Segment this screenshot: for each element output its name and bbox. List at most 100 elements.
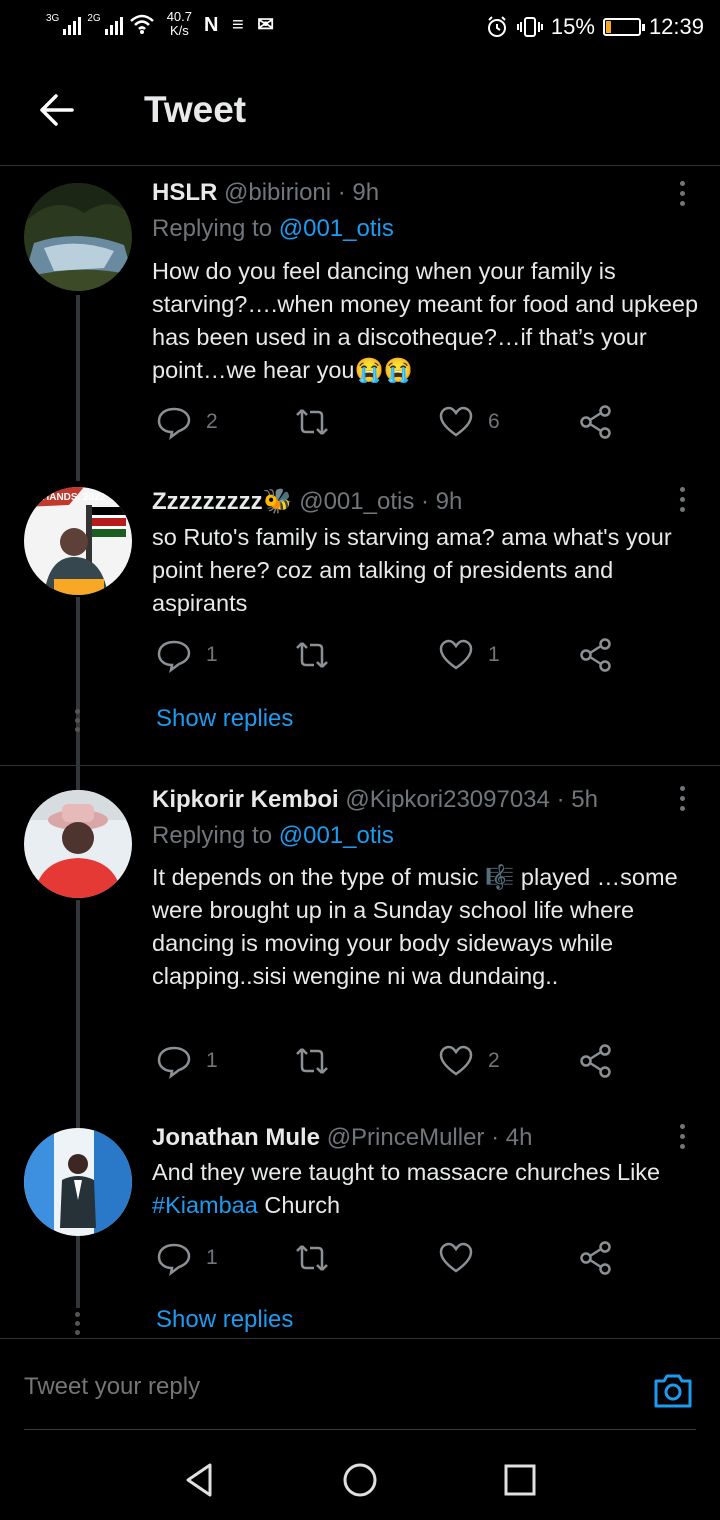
show-replies-link[interactable]: Show replies <box>156 1306 293 1334</box>
heart-icon <box>439 406 473 437</box>
author-name[interactable]: Zzzzzzzzz🐝 <box>152 488 293 515</box>
retweet-action[interactable] <box>294 1240 344 1276</box>
reply-composer <box>0 1338 720 1430</box>
share-icon <box>580 405 611 439</box>
tweet-actions: 1 1 <box>152 637 632 677</box>
nav-home-icon[interactable] <box>340 1460 380 1500</box>
reply-action[interactable]: 2 <box>156 404 218 440</box>
like-action[interactable]: 1 <box>438 637 500 673</box>
reply-action[interactable]: 1 <box>156 637 218 673</box>
nav-recents-icon[interactable] <box>500 1460 540 1500</box>
replying-to: Replying to @001_otis <box>152 215 394 243</box>
tweet-time: · 9h <box>337 179 380 206</box>
replying-to: Replying to @001_otis <box>152 822 394 850</box>
share-icon <box>580 1241 611 1275</box>
more-options-icon[interactable] <box>678 1124 686 1152</box>
show-replies-link[interactable]: Show replies <box>156 705 293 733</box>
more-options-icon[interactable] <box>678 487 686 515</box>
tweet-actions: 1 2 <box>152 1043 632 1083</box>
signal-2g-icon: 2G <box>87 13 123 35</box>
replies-feed[interactable]: HSLR @bibirioni · 9h Replying to @001_ot… <box>0 167 720 1337</box>
reply-input[interactable] <box>24 1373 584 1401</box>
like-count: 2 <box>488 1049 500 1072</box>
tweet-text-part: And they were taught to massacre churche… <box>152 1159 661 1185</box>
thread-line <box>76 295 80 481</box>
wifi-icon <box>129 14 154 34</box>
replying-to-handle[interactable]: @001_otis <box>279 215 394 242</box>
retweet-icon <box>296 1245 328 1271</box>
battery-icon <box>602 18 645 36</box>
reply-icon <box>157 640 191 673</box>
author-handle[interactable]: @Kipkori23097034 <box>345 786 550 813</box>
battery-percent: 15% <box>550 14 595 39</box>
author-handle[interactable]: @001_otis <box>299 488 414 515</box>
like-action[interactable] <box>438 1240 488 1276</box>
reply-action[interactable]: 1 <box>156 1043 218 1079</box>
replying-to-prefix: Replying to <box>152 822 279 849</box>
battery-fill <box>605 21 611 33</box>
heart-icon <box>439 1045 473 1076</box>
thread-line <box>76 1238 80 1308</box>
reply-action[interactable]: 1 <box>156 1240 218 1276</box>
camera-icon[interactable] <box>652 1369 694 1411</box>
hashtag-link[interactable]: #Kiambaa <box>152 1192 258 1218</box>
heart-icon <box>439 1242 473 1273</box>
signal-2g-label: 2G <box>87 13 101 24</box>
author-name[interactable]: Kipkorir Kemboi <box>152 786 339 813</box>
more-options-icon[interactable] <box>678 786 686 814</box>
share-action[interactable] <box>578 637 614 673</box>
tweet-time: · 5h <box>556 786 598 813</box>
reply-count: 1 <box>206 1246 218 1269</box>
avatar[interactable]: HANDS. 2022 <box>24 487 132 595</box>
top-app-bar: Tweet <box>0 56 720 166</box>
avatar[interactable] <box>24 790 132 898</box>
page-title: Tweet <box>144 89 247 130</box>
tweet-time: · 9h <box>421 488 463 515</box>
share-action[interactable] <box>578 1240 614 1276</box>
tweet-text: And they were taught to massacre churche… <box>152 1156 712 1222</box>
vibrate-icon <box>516 17 543 37</box>
network-speed: 40.7 K/s <box>167 10 192 38</box>
nav-back-icon[interactable] <box>180 1460 220 1500</box>
author-name[interactable]: Jonathan Mule <box>152 1124 320 1151</box>
retweet-icon <box>296 642 328 668</box>
retweet-action[interactable] <box>294 404 344 440</box>
tweet-time: · 4h <box>491 1124 533 1151</box>
author-handle[interactable]: @bibirioni <box>224 179 331 206</box>
retweet-action[interactable] <box>294 1043 344 1079</box>
reply-icon <box>157 1243 191 1276</box>
heart-icon <box>439 639 473 670</box>
network-speed-unit: K/s <box>169 23 189 38</box>
retweet-icon <box>296 409 328 435</box>
reply-count: 2 <box>206 410 218 433</box>
tweet-text: How do you feel dancing when your family… <box>152 258 699 383</box>
like-action[interactable]: 2 <box>438 1043 500 1079</box>
share-action[interactable] <box>578 1043 614 1079</box>
signal-3g-icon: 3G <box>46 13 82 35</box>
share-action[interactable] <box>578 404 614 440</box>
tweet-header: Jonathan Mule @PrinceMuller · 4h <box>152 1124 532 1152</box>
tweet-text: so Ruto's family is starving ama? ama wh… <box>152 524 672 616</box>
reply-count: 1 <box>206 643 218 666</box>
system-nav-bar <box>0 1430 720 1520</box>
replying-to-handle[interactable]: @001_otis <box>279 822 394 849</box>
like-action[interactable]: 6 <box>438 404 500 440</box>
avatar[interactable] <box>24 183 132 291</box>
reply-count: 1 <box>206 1049 218 1072</box>
retweet-icon <box>296 1048 328 1074</box>
author-name[interactable]: HSLR <box>152 179 217 206</box>
notification-icons: N ≡ ✉ <box>204 13 278 36</box>
avatar[interactable] <box>24 1128 132 1236</box>
author-handle[interactable]: @PrinceMuller <box>327 1124 485 1151</box>
avatar-caption: HANDS. 2022 <box>42 492 106 503</box>
share-icon <box>580 1044 611 1078</box>
more-options-icon[interactable] <box>678 181 686 209</box>
tweet-header: Zzzzzzzzz🐝 @001_otis · 9h <box>152 487 462 516</box>
status-left: 3G 2G 40.7 K/s N ≡ ✉ <box>46 10 278 38</box>
like-count: 1 <box>488 643 500 666</box>
network-speed-value: 40.7 <box>166 9 192 24</box>
tweet-text: It depends on the type of music 🎼 played… <box>152 864 678 989</box>
retweet-action[interactable] <box>294 637 344 673</box>
back-arrow-icon[interactable] <box>36 92 76 128</box>
thread-divider <box>0 765 720 766</box>
